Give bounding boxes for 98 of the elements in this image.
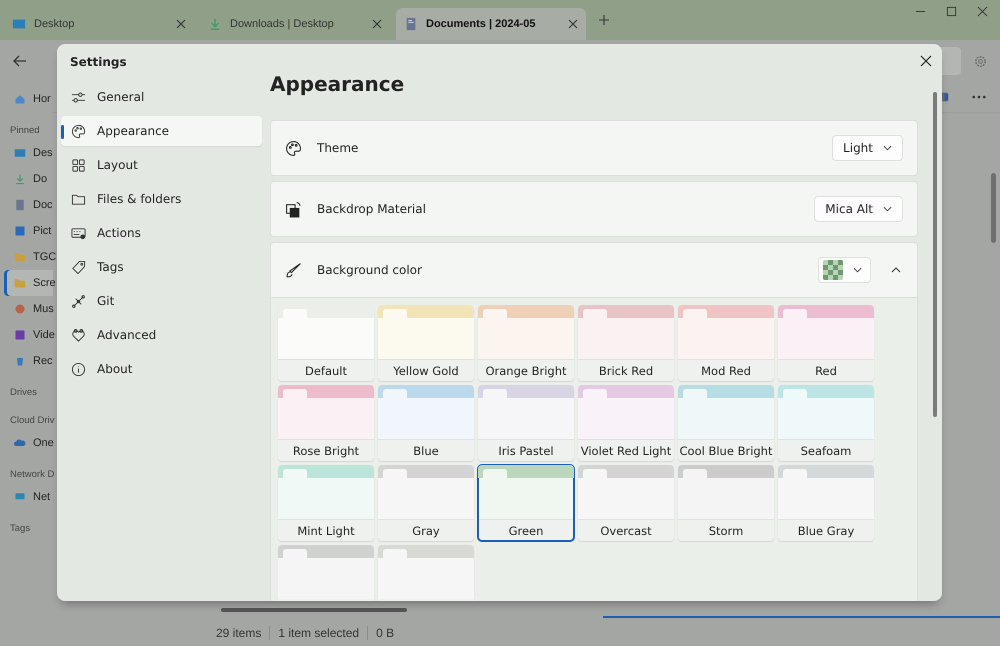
color-tile[interactable]: Mod Red xyxy=(678,305,774,381)
sidebar-item[interactable]: Pict xyxy=(4,218,53,244)
nav-icon xyxy=(71,158,86,172)
page-heading: Appearance xyxy=(270,72,404,96)
sidebar-header: Tags xyxy=(9,522,32,536)
chevron-down-icon xyxy=(883,145,892,151)
sidebar-item-icon xyxy=(14,93,26,105)
nav-item[interactable]: Tags xyxy=(61,252,262,282)
color-tile[interactable]: Storm xyxy=(678,465,774,541)
nav-icon xyxy=(71,362,86,376)
sidebar-header: Drives xyxy=(9,386,38,400)
scrollbar[interactable] xyxy=(991,173,996,243)
new-tab-icon[interactable] xyxy=(598,14,610,26)
card-icon xyxy=(285,140,302,156)
color-tile[interactable]: Violet Red Light xyxy=(578,385,674,461)
sidebar-header: Pinned xyxy=(9,124,41,138)
status-text: 1 item selected xyxy=(270,626,368,640)
close-tab-icon[interactable] xyxy=(372,19,382,29)
close-tab-icon[interactable] xyxy=(568,19,578,29)
color-tile[interactable]: Iris Pastel xyxy=(478,385,574,461)
color-tile[interactable]: Yellow Gold xyxy=(378,305,474,381)
sidebar-item-icon xyxy=(14,329,26,341)
color-tile[interactable]: Green xyxy=(478,465,574,541)
nav-icon xyxy=(71,260,86,274)
nav-icon xyxy=(71,124,86,138)
dropdown[interactable]: Mica Alt xyxy=(814,196,903,222)
download-icon xyxy=(208,17,222,31)
color-tile[interactable]: Default xyxy=(278,305,374,381)
close-icon[interactable] xyxy=(920,55,932,67)
color-tile[interactable]: Blue Gray xyxy=(778,465,874,541)
setting-label: Theme xyxy=(317,141,360,155)
browser-tab[interactable]: Desktop xyxy=(4,8,194,40)
nav-icon xyxy=(71,90,86,104)
sidebar-item[interactable]: Rec xyxy=(4,348,53,374)
color-tile[interactable]: Orange Bright xyxy=(478,305,574,381)
sidebar-item[interactable]: Scre xyxy=(4,270,53,296)
color-tile[interactable] xyxy=(278,545,374,601)
nav-item[interactable]: Actions xyxy=(61,218,262,248)
color-tile[interactable] xyxy=(378,545,474,601)
more-icon[interactable] xyxy=(972,95,986,99)
nav-item[interactable]: Files & folders xyxy=(61,184,262,214)
browser-tab[interactable]: Documents | 2024-05 xyxy=(396,8,586,40)
close-tab-icon[interactable] xyxy=(176,19,186,29)
chevron-down-icon xyxy=(883,206,892,212)
sidebar-header: Network D xyxy=(9,468,56,482)
sidebar-item[interactable]: Doc xyxy=(4,192,53,218)
color-picker[interactable] xyxy=(818,257,871,283)
color-tile[interactable]: Gray xyxy=(378,465,474,541)
color-tile[interactable]: Overcast xyxy=(578,465,674,541)
nav-icon xyxy=(71,226,86,240)
nav-item[interactable]: Layout xyxy=(61,150,262,180)
sidebar-item[interactable]: Des xyxy=(4,140,53,166)
nav-item[interactable]: Appearance xyxy=(61,116,262,146)
monitor-icon xyxy=(12,17,26,31)
color-tile[interactable]: Brick Red xyxy=(578,305,674,381)
color-tile[interactable]: Rose Bright xyxy=(278,385,374,461)
nav-item[interactable]: About xyxy=(61,354,262,384)
sidebar-item-icon xyxy=(14,173,26,185)
sidebar-header: Cloud Driv xyxy=(9,414,56,428)
back-arrow-icon[interactable] xyxy=(12,53,28,69)
status-text: 29 items xyxy=(208,626,270,640)
sidebar-item-icon xyxy=(14,147,26,159)
sidebar-item[interactable]: Hor xyxy=(4,86,53,112)
color-tile[interactable]: Red xyxy=(778,305,874,381)
sidebar-item-icon xyxy=(14,199,26,211)
sidebar-item[interactable]: Net xyxy=(4,484,53,510)
sidebar-item[interactable]: One xyxy=(4,430,53,456)
setting-label: Backdrop Material xyxy=(317,202,427,216)
dialog-title: Settings xyxy=(70,55,127,69)
maximize-icon[interactable] xyxy=(946,6,957,17)
dropdown[interactable]: Light xyxy=(832,135,903,161)
color-tile[interactable]: Cool Blue Bright xyxy=(678,385,774,461)
sidebar-item[interactable]: Vide xyxy=(4,322,53,348)
status-text: 0 B xyxy=(375,626,396,640)
color-tile[interactable]: Seafoam xyxy=(778,385,874,461)
nav-icon xyxy=(71,328,86,342)
color-swatch xyxy=(823,260,843,280)
sidebar-item[interactable]: Do xyxy=(4,166,53,192)
nav-item[interactable]: Advanced xyxy=(61,320,262,350)
nav-item[interactable]: General xyxy=(61,82,262,112)
card-icon xyxy=(285,200,302,218)
sidebar-item-icon xyxy=(14,225,26,237)
color-tile[interactable]: Mint Light xyxy=(278,465,374,541)
card-icon xyxy=(285,262,302,278)
color-tile[interactable]: Blue xyxy=(378,385,474,461)
sidebar-item-icon xyxy=(14,437,26,449)
nav-item[interactable]: Git xyxy=(61,286,262,316)
nav-icon xyxy=(71,294,86,308)
document-icon xyxy=(404,17,418,31)
collapse-icon[interactable] xyxy=(891,267,901,273)
sidebar-item-icon xyxy=(14,355,26,367)
chevron-down-icon xyxy=(853,267,862,273)
sidebar-item-icon xyxy=(14,303,26,315)
sidebar-item[interactable]: Mus xyxy=(4,296,53,322)
sidebar-item-icon xyxy=(14,251,26,263)
sidebar-item-icon xyxy=(14,277,26,289)
setting-label: Background color xyxy=(317,263,423,277)
browser-tab[interactable]: Downloads | Desktop xyxy=(200,8,390,40)
